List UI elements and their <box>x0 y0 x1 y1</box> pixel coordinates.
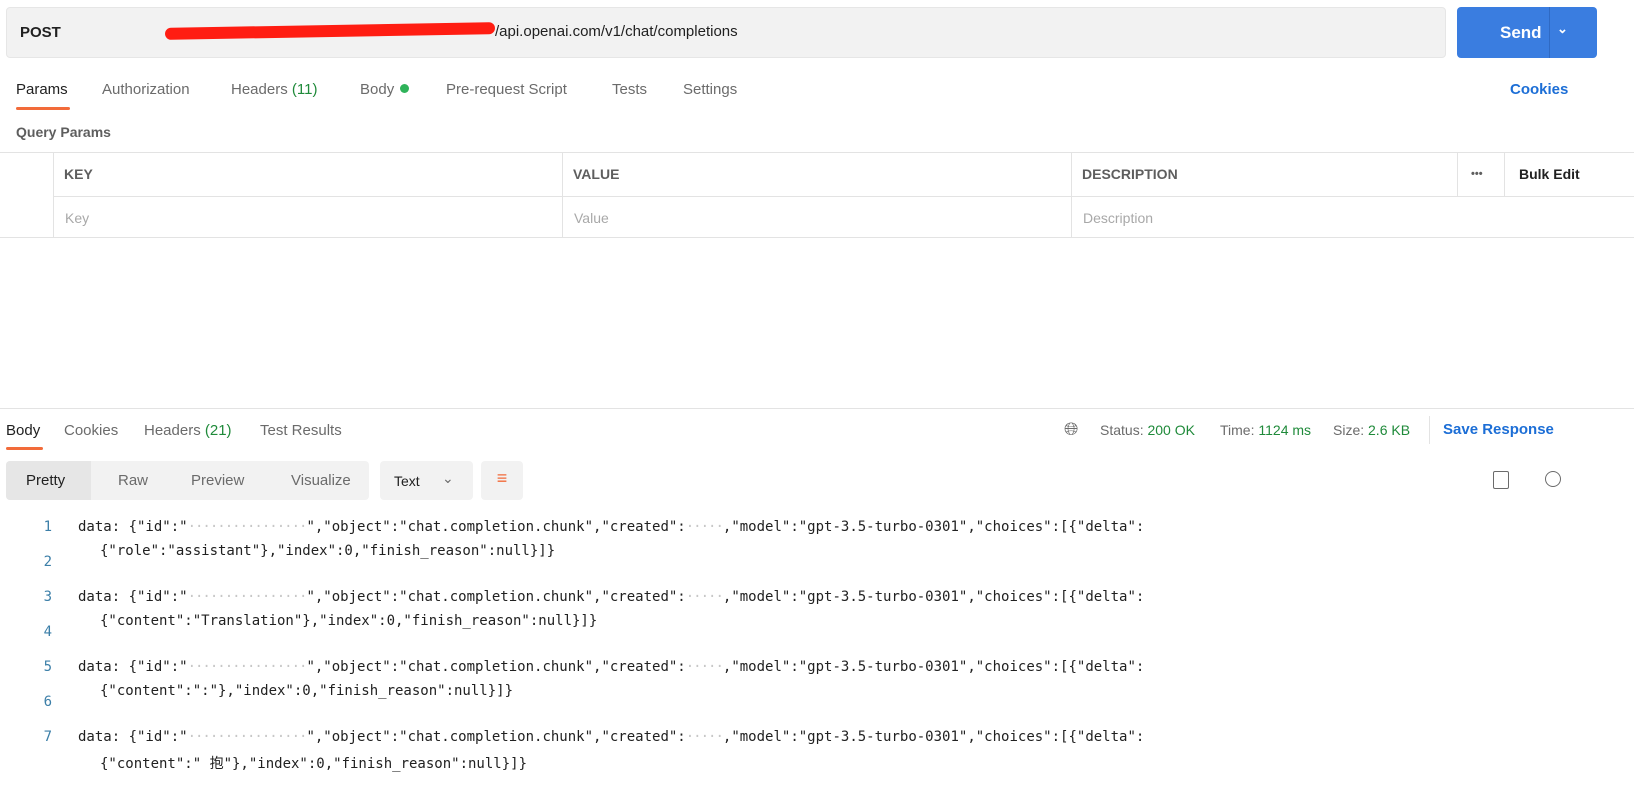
active-tab-indicator <box>16 107 70 110</box>
tab-params[interactable]: Params <box>16 81 68 98</box>
response-tab-body[interactable]: Body <box>6 422 40 439</box>
code-line: data: {"id":"················","object":… <box>78 729 1145 745</box>
view-preview[interactable]: Preview <box>191 461 244 500</box>
code-line: data: {"id":"················","object":… <box>78 519 1145 535</box>
params-table: KEY VALUE DESCRIPTION ••• Bulk Edit Key … <box>0 152 1634 238</box>
tab-tests[interactable]: Tests <box>612 81 647 98</box>
tab-label: Headers <box>231 81 288 98</box>
status-readout: Status: 200 OK <box>1100 422 1195 438</box>
redacted-created: ····· <box>685 589 724 605</box>
headers-count: (11) <box>291 81 318 98</box>
size-readout: Size: 2.6 KB <box>1333 422 1410 438</box>
response-tab-headers[interactable]: Headers (21) <box>144 422 232 439</box>
line-number: 2 <box>43 554 52 570</box>
more-icon[interactable]: ••• <box>1457 153 1504 196</box>
wrap-lines-icon[interactable]: ≡ <box>481 461 523 500</box>
pane-divider[interactable] <box>0 408 1634 409</box>
time-readout: Time: 1124 ms <box>1220 422 1311 438</box>
column-key: KEY <box>53 153 562 196</box>
line-number: 1 <box>43 519 52 535</box>
line-number: 4 <box>43 624 52 640</box>
view-raw[interactable]: Raw <box>118 461 148 500</box>
redacted-created: ····· <box>685 659 724 675</box>
redacted-id: ················ <box>187 729 308 745</box>
response-tab-test-results[interactable]: Test Results <box>260 422 342 439</box>
key-input[interactable]: Key <box>53 196 562 238</box>
method-select[interactable]: POST <box>20 24 61 41</box>
tab-headers[interactable]: Headers (11) <box>231 81 317 98</box>
code-line: data: {"id":"················","object":… <box>78 659 1145 675</box>
tab-authorization[interactable]: Authorization <box>102 81 190 98</box>
line-number: 7 <box>43 729 52 745</box>
body-indicator-dot <box>400 84 410 93</box>
redacted-id: ················ <box>187 519 308 535</box>
view-visualize[interactable]: Visualize <box>291 461 351 500</box>
time-value: 1124 ms <box>1258 422 1312 438</box>
size-value: 2.6 KB <box>1368 422 1411 438</box>
value-input[interactable]: Value <box>562 196 1071 238</box>
tab-settings[interactable]: Settings <box>683 81 737 98</box>
format-value: Text <box>394 473 420 489</box>
status-value: 200 OK <box>1147 422 1195 438</box>
status-label: Status: <box>1100 422 1144 438</box>
chevron-down-icon[interactable]: ⌄ <box>1557 21 1568 37</box>
send-label: Send <box>1500 23 1542 42</box>
tab-label: Body <box>360 81 395 98</box>
tab-label: Headers <box>144 422 201 439</box>
code-line: data: {"id":"················","object":… <box>78 589 1145 605</box>
code-line-continuation: {"role":"assistant"},"index":0,"finish_r… <box>100 543 556 559</box>
url-input[interactable]: /api.openai.com/v1/chat/completions <box>140 23 738 41</box>
headers-count: (21) <box>204 422 232 439</box>
time-label: Time: <box>1220 422 1255 438</box>
column-value: VALUE <box>562 153 1071 196</box>
size-label: Size: <box>1333 422 1365 438</box>
chevron-down-icon: ⌄ <box>442 470 454 486</box>
code-line-continuation: {"content":":"},"index":0,"finish_reason… <box>100 683 514 699</box>
save-response-button[interactable]: Save Response <box>1443 421 1554 438</box>
view-mode-selector: Pretty Raw Preview Visualize <box>6 461 369 500</box>
query-params-title: Query Params <box>16 124 111 140</box>
url-text: /api.openai.com/v1/chat/completions <box>495 23 738 40</box>
redacted-id: ················ <box>187 589 308 605</box>
response-tab-cookies[interactable]: Cookies <box>64 422 118 439</box>
line-number: 5 <box>43 659 52 675</box>
cookies-link[interactable]: Cookies <box>1510 81 1568 98</box>
send-button[interactable]: Send ⌄ <box>1457 7 1597 58</box>
redacted-created: ····· <box>685 519 724 535</box>
view-pretty[interactable]: Pretty <box>6 461 91 500</box>
redacted-created: ····· <box>685 729 724 745</box>
globe-lock-icon[interactable]: 🌐︎ <box>1064 419 1078 440</box>
code-line-continuation: {"content":"Translation"},"index":0,"fin… <box>100 613 598 629</box>
active-tab-indicator <box>6 447 43 450</box>
redacted-id: ················ <box>187 659 308 675</box>
line-number: 3 <box>43 589 52 605</box>
line-number: 6 <box>43 694 52 710</box>
format-select[interactable]: Text ⌄ <box>380 461 473 500</box>
redacted-mark <box>140 23 495 41</box>
code-line-continuation: {"content":" 抱"},"index":0,"finish_reaso… <box>100 756 528 772</box>
column-description: DESCRIPTION <box>1071 153 1457 196</box>
bulk-edit-button[interactable]: Bulk Edit <box>1504 153 1634 196</box>
description-input[interactable]: Description <box>1071 196 1634 238</box>
copy-icon[interactable] <box>1493 471 1509 489</box>
tab-pre-request-script[interactable]: Pre-request Script <box>446 81 567 98</box>
tab-body[interactable]: Body <box>360 81 410 98</box>
search-icon[interactable] <box>1545 471 1561 487</box>
